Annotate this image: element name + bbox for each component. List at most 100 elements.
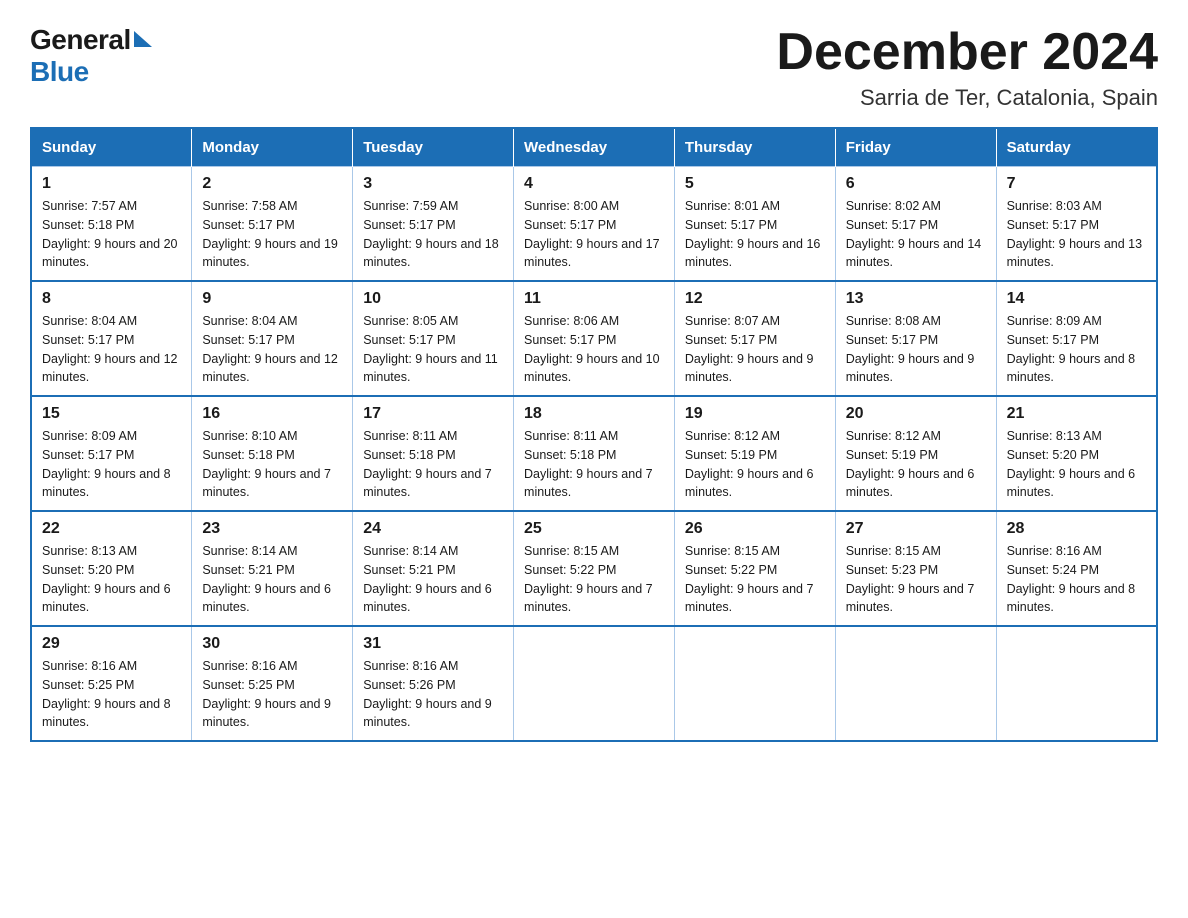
day-number: 30: [202, 635, 342, 653]
day-info: Sunrise: 8:07 AMSunset: 5:17 PMDaylight:…: [685, 312, 825, 387]
day-info: Sunrise: 8:12 AMSunset: 5:19 PMDaylight:…: [846, 427, 986, 502]
day-number: 16: [202, 405, 342, 423]
day-number: 17: [363, 405, 503, 423]
day-number: 24: [363, 520, 503, 538]
day-info: Sunrise: 8:10 AMSunset: 5:18 PMDaylight:…: [202, 427, 342, 502]
calendar-table: SundayMondayTuesdayWednesdayThursdayFrid…: [30, 127, 1158, 742]
day-number: 22: [42, 520, 181, 538]
day-info: Sunrise: 8:01 AMSunset: 5:17 PMDaylight:…: [685, 197, 825, 272]
day-number: 28: [1007, 520, 1146, 538]
calendar-cell: 22 Sunrise: 8:13 AMSunset: 5:20 PMDayligh…: [31, 511, 192, 626]
calendar-cell: 30Sunrise: 8:16 AMSunset: 5:25 PMDayligh…: [192, 626, 353, 741]
calendar-cell: 4Sunrise: 8:00 AMSunset: 5:17 PMDaylight…: [514, 167, 675, 282]
day-info: Sunrise: 8:16 AMSunset: 5:24 PMDaylight:…: [1007, 542, 1146, 617]
day-number: 6: [846, 175, 986, 193]
day-number: 21: [1007, 405, 1146, 423]
day-number: 20: [846, 405, 986, 423]
day-info: Sunrise: 8:03 AMSunset: 5:17 PMDaylight:…: [1007, 197, 1146, 272]
day-number: 29: [42, 635, 181, 653]
day-number: 2: [202, 175, 342, 193]
calendar-cell: [514, 626, 675, 741]
calendar-cell: 25 Sunrise: 8:15 AMSunset: 5:22 PMDayligh…: [514, 511, 675, 626]
day-number: 4: [524, 175, 664, 193]
day-info: Sunrise: 8:04 AMSunset: 5:17 PMDaylight:…: [42, 312, 181, 387]
title-area: December 2024 Sarria de Ter, Catalonia, …: [776, 24, 1158, 111]
day-number: 10: [363, 290, 503, 308]
calendar-cell: 9 Sunrise: 8:04 AMSunset: 5:17 PMDaylight…: [192, 281, 353, 396]
calendar-cell: 28 Sunrise: 8:16 AMSunset: 5:24 PMDayligh…: [996, 511, 1157, 626]
column-header-sunday: Sunday: [31, 128, 192, 167]
calendar-week-row: 1 Sunrise: 7:57 AMSunset: 5:18 PMDaylight…: [31, 167, 1157, 282]
calendar-cell: 7 Sunrise: 8:03 AMSunset: 5:17 PMDaylight…: [996, 167, 1157, 282]
day-number: 18: [524, 405, 664, 423]
day-info: Sunrise: 7:59 AMSunset: 5:17 PMDaylight:…: [363, 197, 503, 272]
column-header-saturday: Saturday: [996, 128, 1157, 167]
day-number: 23: [202, 520, 342, 538]
logo-triangle-icon: [134, 31, 152, 47]
day-number: 19: [685, 405, 825, 423]
day-info: Sunrise: 8:09 AMSunset: 5:17 PMDaylight:…: [1007, 312, 1146, 387]
calendar-cell: [996, 626, 1157, 741]
logo-blue-text: Blue: [30, 56, 89, 87]
day-number: 3: [363, 175, 503, 193]
calendar-cell: 8Sunrise: 8:04 AMSunset: 5:17 PMDaylight…: [31, 281, 192, 396]
column-header-thursday: Thursday: [674, 128, 835, 167]
day-info: Sunrise: 8:02 AMSunset: 5:17 PMDaylight:…: [846, 197, 986, 272]
column-header-tuesday: Tuesday: [353, 128, 514, 167]
day-number: 1: [42, 175, 181, 193]
day-number: 25: [524, 520, 664, 538]
calendar-cell: 6 Sunrise: 8:02 AMSunset: 5:17 PMDaylight…: [835, 167, 996, 282]
calendar-cell: 19 Sunrise: 8:12 AMSunset: 5:19 PMDayligh…: [674, 396, 835, 511]
calendar-cell: 1 Sunrise: 7:57 AMSunset: 5:18 PMDaylight…: [31, 167, 192, 282]
day-info: Sunrise: 8:11 AMSunset: 5:18 PMDaylight:…: [363, 427, 503, 502]
day-info: Sunrise: 8:12 AMSunset: 5:19 PMDaylight:…: [685, 427, 825, 502]
day-number: 5: [685, 175, 825, 193]
calendar-cell: 11 Sunrise: 8:06 AMSunset: 5:17 PMDayligh…: [514, 281, 675, 396]
calendar-week-row: 15Sunrise: 8:09 AMSunset: 5:17 PMDayligh…: [31, 396, 1157, 511]
calendar-week-row: 8Sunrise: 8:04 AMSunset: 5:17 PMDaylight…: [31, 281, 1157, 396]
calendar-cell: 27 Sunrise: 8:15 AMSunset: 5:23 PMDayligh…: [835, 511, 996, 626]
day-info: Sunrise: 8:15 AMSunset: 5:22 PMDaylight:…: [685, 542, 825, 617]
day-info: Sunrise: 8:11 AMSunset: 5:18 PMDaylight:…: [524, 427, 664, 502]
day-number: 26: [685, 520, 825, 538]
calendar-cell: 13Sunrise: 8:08 AMSunset: 5:17 PMDayligh…: [835, 281, 996, 396]
day-info: Sunrise: 8:15 AMSunset: 5:22 PMDaylight:…: [524, 542, 664, 617]
day-number: 9: [202, 290, 342, 308]
logo: General Blue: [30, 24, 152, 88]
day-info: Sunrise: 8:15 AMSunset: 5:23 PMDaylight:…: [846, 542, 986, 617]
day-number: 11: [524, 290, 664, 308]
day-info: Sunrise: 8:16 AMSunset: 5:26 PMDaylight:…: [363, 657, 503, 732]
column-header-friday: Friday: [835, 128, 996, 167]
calendar-cell: 23Sunrise: 8:14 AMSunset: 5:21 PMDayligh…: [192, 511, 353, 626]
day-number: 14: [1007, 290, 1146, 308]
calendar-cell: 16 Sunrise: 8:10 AMSunset: 5:18 PMDayligh…: [192, 396, 353, 511]
calendar-week-row: 22 Sunrise: 8:13 AMSunset: 5:20 PMDayligh…: [31, 511, 1157, 626]
calendar-cell: [835, 626, 996, 741]
calendar-cell: 5 Sunrise: 8:01 AMSunset: 5:17 PMDaylight…: [674, 167, 835, 282]
calendar-cell: 10 Sunrise: 8:05 AMSunset: 5:17 PMDayligh…: [353, 281, 514, 396]
calendar-cell: 15Sunrise: 8:09 AMSunset: 5:17 PMDayligh…: [31, 396, 192, 511]
calendar-cell: 31Sunrise: 8:16 AMSunset: 5:26 PMDayligh…: [353, 626, 514, 741]
calendar-cell: 12Sunrise: 8:07 AMSunset: 5:17 PMDayligh…: [674, 281, 835, 396]
column-header-monday: Monday: [192, 128, 353, 167]
calendar-cell: 2Sunrise: 7:58 AMSunset: 5:17 PMDaylight…: [192, 167, 353, 282]
day-info: Sunrise: 8:04 AMSunset: 5:17 PMDaylight:…: [202, 312, 342, 387]
day-number: 13: [846, 290, 986, 308]
day-info: Sunrise: 8:05 AMSunset: 5:17 PMDaylight:…: [363, 312, 503, 387]
calendar-cell: 3 Sunrise: 7:59 AMSunset: 5:17 PMDaylight…: [353, 167, 514, 282]
day-info: Sunrise: 8:06 AMSunset: 5:17 PMDaylight:…: [524, 312, 664, 387]
day-info: Sunrise: 7:57 AMSunset: 5:18 PMDaylight:…: [42, 197, 181, 272]
calendar-cell: 29 Sunrise: 8:16 AMSunset: 5:25 PMDayligh…: [31, 626, 192, 741]
day-info: Sunrise: 8:13 AMSunset: 5:20 PMDaylight:…: [1007, 427, 1146, 502]
calendar-cell: 14 Sunrise: 8:09 AMSunset: 5:17 PMDayligh…: [996, 281, 1157, 396]
location-subtitle: Sarria de Ter, Catalonia, Spain: [776, 85, 1158, 111]
calendar-header-row: SundayMondayTuesdayWednesdayThursdayFrid…: [31, 128, 1157, 167]
day-number: 27: [846, 520, 986, 538]
page-header: General Blue December 2024 Sarria de Ter…: [30, 24, 1158, 111]
calendar-cell: [674, 626, 835, 741]
day-info: Sunrise: 8:13 AMSunset: 5:20 PMDaylight:…: [42, 542, 181, 617]
calendar-cell: 17 Sunrise: 8:11 AMSunset: 5:18 PMDayligh…: [353, 396, 514, 511]
calendar-cell: 18 Sunrise: 8:11 AMSunset: 5:18 PMDayligh…: [514, 396, 675, 511]
day-number: 7: [1007, 175, 1146, 193]
day-info: Sunrise: 8:16 AMSunset: 5:25 PMDaylight:…: [42, 657, 181, 732]
